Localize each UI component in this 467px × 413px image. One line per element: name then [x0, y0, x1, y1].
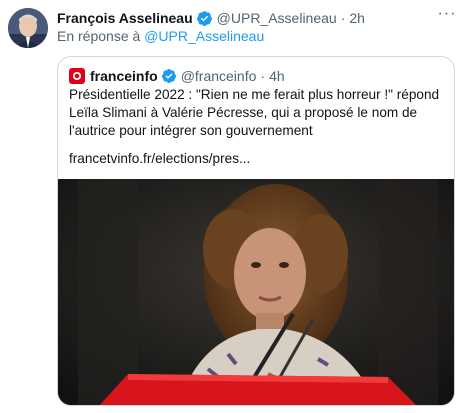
tweet-header: François Asselineau @UPR_Asselineau · 2h [57, 9, 365, 27]
reply-prefix: En réponse à [57, 28, 141, 44]
quoted-tweet-header: franceinfo @franceinfo · 4h [69, 67, 285, 85]
reply-context: En réponse à @UPR_Asselineau [57, 28, 264, 44]
quoted-tweet-photo[interactable] [58, 179, 454, 405]
separator-dot: · [340, 10, 346, 26]
reply-to-handle[interactable]: @UPR_Asselineau [144, 28, 264, 44]
quoted-author-name: franceinfo [90, 68, 158, 84]
more-options-icon[interactable]: ··· [437, 6, 457, 24]
quoted-tweet-link[interactable]: francetvinfo.fr/elections/pres... [69, 150, 250, 168]
quoted-tweet[interactable]: franceinfo @franceinfo · 4h Présidentiel… [57, 56, 455, 406]
separator-dot: · [260, 68, 266, 84]
tweet-timestamp[interactable]: 2h [349, 10, 365, 26]
verified-badge-icon [196, 10, 212, 26]
author-name[interactable]: François Asselineau [57, 10, 193, 26]
verified-badge-icon [161, 69, 176, 83]
franceinfo-logo-icon [69, 68, 85, 84]
quoted-timestamp: 4h [269, 68, 285, 84]
tweet[interactable]: François Asselineau @UPR_Asselineau · 2h… [0, 0, 467, 413]
author-avatar[interactable] [8, 8, 48, 48]
quoted-author-handle: @franceinfo [180, 68, 257, 84]
author-handle[interactable]: @UPR_Asselineau [217, 10, 337, 26]
quoted-tweet-text: Présidentielle 2022 : "Rien ne me ferait… [69, 87, 440, 138]
